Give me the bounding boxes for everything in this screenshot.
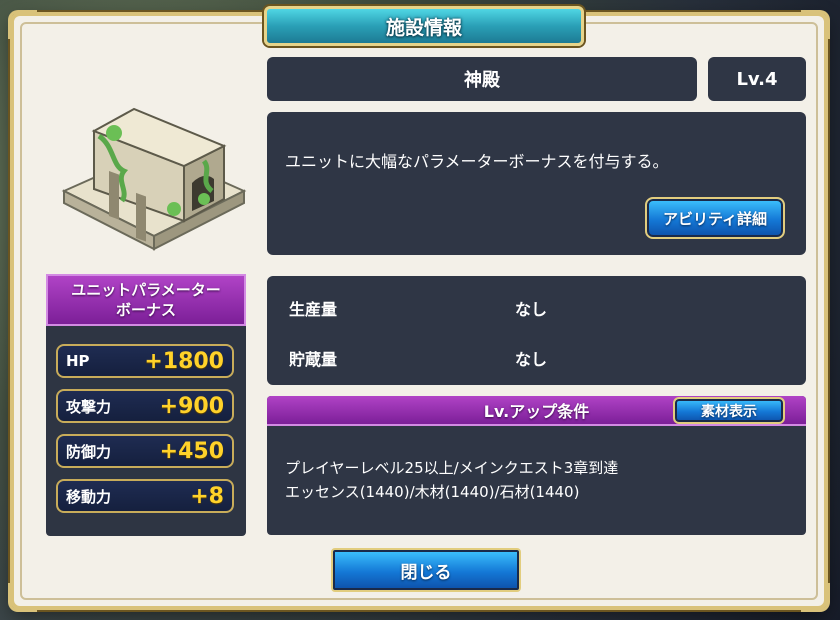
bonus-panel-title: ユニットパラメーター ボーナス [46,274,246,326]
levelup-conditions-panel: Lv.アップ条件 素材表示 プレイヤーレベル25以上/メインクエスト3章到達 エ… [267,396,806,535]
facility-info-dialog: 施設情報 ユニットパラメーター ボーナス HP +1800 攻撃力 +900 防… [8,6,830,612]
levelup-requirement-line: プレイヤーレベル25以上/メインクエスト3章到達 [285,459,619,477]
production-panel: 生産量 なし 貯蔵量 なし [267,276,806,385]
temple-illustration [61,107,247,251]
levelup-title-text: Lv.アップ条件 [483,402,590,421]
ability-detail-button[interactable]: アビリティ詳細 [645,197,785,239]
stat-label: 移動力 [66,487,112,506]
unit-bonus-panel: ユニットパラメーター ボーナス HP +1800 攻撃力 +900 防御力 +4… [46,274,246,536]
stat-value: +1800 [144,348,224,374]
dialog-title: 施設情報 [264,6,584,46]
stat-value: +900 [159,393,224,419]
stat-label: 防御力 [66,442,112,461]
bonus-title-line1: ユニットパラメーター [71,281,221,299]
stat-row-hp: HP +1800 [56,344,234,378]
corner-ornament [801,10,830,39]
facility-name: 神殿 [267,57,697,101]
levelup-requirements: プレイヤーレベル25以上/メインクエスト3章到達 エッセンス(1440)/木材(… [285,456,618,504]
production-label: 生産量 [289,300,338,319]
stat-label: 攻撃力 [66,397,112,416]
stat-value: +450 [159,438,224,464]
facility-level: Lv.4 [708,57,806,101]
production-value: なし [515,300,548,319]
stat-label: HP [66,352,90,370]
close-button[interactable]: 閉じる [331,548,521,592]
stat-value: +8 [190,483,224,509]
facility-description: ユニットに大幅なパラメーターボーナスを付与する。 [285,152,669,171]
stat-row-defense: 防御力 +450 [56,434,234,468]
corner-ornament [801,583,830,612]
bonus-title-line2: ボーナス [115,301,176,319]
storage-value: なし [515,350,548,369]
stat-row-attack: 攻撃力 +900 [56,389,234,423]
material-view-button[interactable]: 素材表示 [673,397,785,424]
levelup-materials-line: エッセンス(1440)/木材(1440)/石材(1440) [285,483,580,501]
storage-label: 貯蔵量 [289,350,338,369]
corner-ornament [8,10,37,39]
stat-row-movement: 移動力 +8 [56,479,234,513]
corner-ornament [8,583,37,612]
description-panel: ユニットに大幅なパラメーターボーナスを付与する。 アビリティ詳細 [267,112,806,255]
